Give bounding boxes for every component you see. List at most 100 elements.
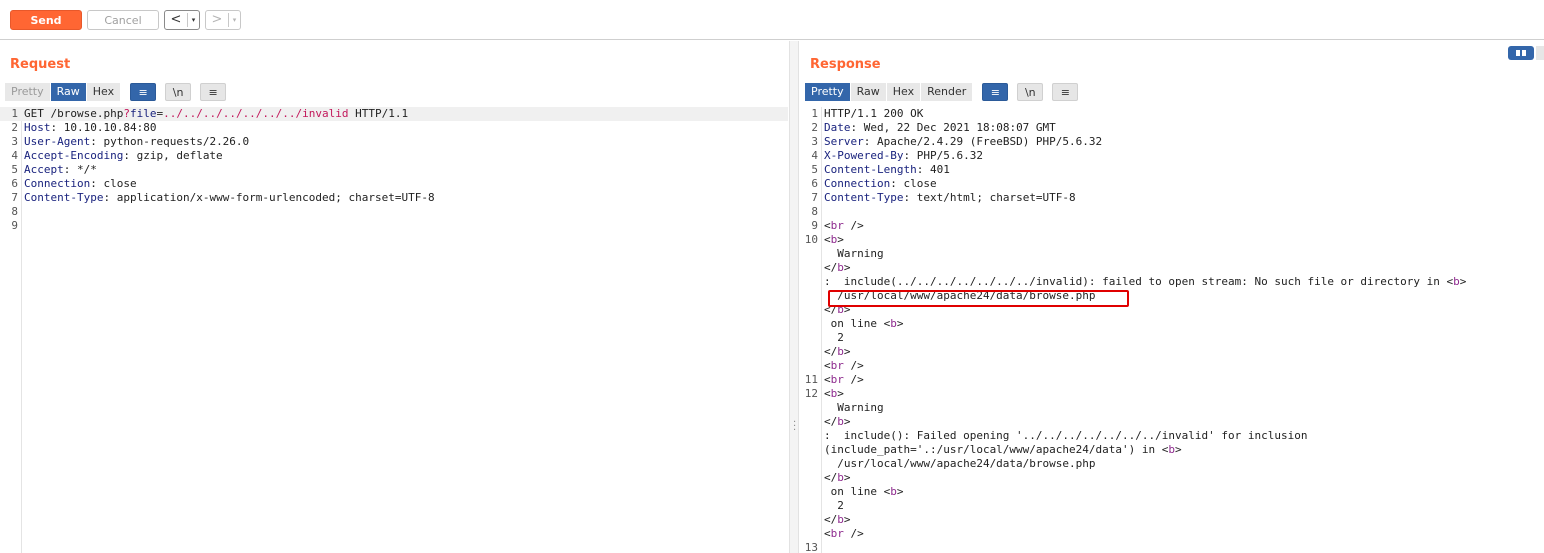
request-tab-hex[interactable]: Hex xyxy=(86,83,122,101)
request-line: 9 xyxy=(0,219,788,233)
response-tab-hex[interactable]: Hex xyxy=(886,83,922,101)
show-newlines-button[interactable]: \n xyxy=(165,83,192,101)
code-token: Date xyxy=(824,121,851,134)
line-code: /usr/local/www/apache24/data/browse.php xyxy=(824,457,1095,471)
code-token: b xyxy=(837,261,844,274)
code-token: < xyxy=(824,373,831,386)
response-line: 7 Content-Type: text/html; charset=UTF-8 xyxy=(800,191,1544,205)
request-line: 6 Connection: close xyxy=(0,177,788,191)
response-line: </b> xyxy=(800,261,1544,275)
code-token: < xyxy=(824,527,831,540)
code-token: Accept-Encoding xyxy=(24,149,124,162)
code-token: Warning xyxy=(824,247,884,260)
response-line: Warning xyxy=(800,247,1544,261)
response-line: /usr/local/www/apache24/data/browse.php xyxy=(800,457,1544,471)
request-tab-pretty[interactable]: Pretty xyxy=(5,83,51,101)
hamburger-menu-icon[interactable]: ≡ xyxy=(200,83,227,101)
word-wrap-icon[interactable]: ≡ xyxy=(982,83,1009,101)
cancel-button[interactable]: Cancel xyxy=(87,10,159,30)
code-token: > xyxy=(1175,443,1182,456)
hamburger-menu-icon[interactable]: ≡ xyxy=(1052,83,1079,101)
request-editor[interactable]: 1 GET /browse.php?file=../../../../../../… xyxy=(0,107,788,553)
response-tab-raw[interactable]: Raw xyxy=(850,83,887,101)
code-token: > xyxy=(843,513,851,526)
code-token: b xyxy=(837,415,844,428)
history-forward-button[interactable]: > ▾ xyxy=(205,10,241,30)
response-tab-pretty[interactable]: Pretty xyxy=(805,83,851,101)
pane-splitter[interactable]: · · · xyxy=(789,41,799,553)
chevron-right-icon: > xyxy=(211,12,223,27)
show-newlines-button[interactable]: \n xyxy=(1017,83,1044,101)
response-line: (include_path='.:/usr/local/www/apache24… xyxy=(800,443,1544,457)
response-line: 13 xyxy=(800,541,1544,553)
line-code: Content-Length: 401 xyxy=(824,163,950,177)
line-number: 1 xyxy=(811,107,818,120)
response-editor[interactable]: 1 HTTP/1.1 200 OK 2 Date: Wed, 22 Dec 2021 … xyxy=(800,107,1544,553)
chevron-down-icon[interactable]: ▾ xyxy=(228,13,240,27)
line-code: Content-Type: application/x-www-form-url… xyxy=(24,191,435,205)
line-code: </b> xyxy=(824,415,851,429)
request-line: 1 GET /browse.php?file=../../../../../../… xyxy=(0,107,788,121)
code-token: </ xyxy=(824,345,838,358)
line-code: </b> xyxy=(824,471,851,485)
code-token: < xyxy=(824,219,831,232)
code-token: br xyxy=(830,527,844,540)
line-code: Accept-Encoding: gzip, deflate xyxy=(24,149,223,163)
line-code: : include(../../../../../../../invalid):… xyxy=(824,275,1466,289)
word-wrap-icon[interactable]: ≡ xyxy=(130,83,157,101)
request-title: Request xyxy=(10,57,71,72)
code-token: > xyxy=(1459,275,1467,288)
request-tab-raw[interactable]: Raw xyxy=(50,83,87,101)
line-code: on line <b> xyxy=(824,317,904,331)
line-code: Date: Wed, 22 Dec 2021 18:08:07 GMT xyxy=(824,121,1056,135)
response-line: 2 xyxy=(800,499,1544,513)
response-line: 9 <br /> xyxy=(800,219,1544,233)
chevron-down-icon[interactable]: ▾ xyxy=(187,13,199,27)
code-token: < xyxy=(824,233,831,246)
layout-split-icon[interactable] xyxy=(1508,46,1534,60)
code-token: br xyxy=(830,359,844,372)
code-token: b xyxy=(1453,275,1460,288)
response-line: </b> xyxy=(800,345,1544,359)
drag-handle-icon: · · · xyxy=(793,417,797,436)
response-line: : include(../../../../../../../invalid):… xyxy=(800,275,1544,289)
line-number: 2 xyxy=(11,121,18,134)
line-code: Connection: close xyxy=(824,177,937,191)
send-button[interactable]: Send xyxy=(10,10,82,30)
line-number: 7 xyxy=(11,191,18,204)
line-code: : include(): Failed opening '../../../..… xyxy=(824,429,1307,443)
history-back-button[interactable]: < ▾ xyxy=(164,10,200,30)
code-token: Connection xyxy=(824,177,891,190)
line-code: Warning xyxy=(824,247,884,261)
code-token: b xyxy=(1168,443,1175,456)
request-pane: Request Pretty Raw Hex ≡ \n ≡ 1 GET /brow… xyxy=(0,41,788,553)
code-token: : gzip, deflate xyxy=(123,149,223,162)
code-token: HTTP/1.1 200 OK xyxy=(824,107,924,120)
code-token: < xyxy=(824,359,831,372)
request-line: 8 xyxy=(0,205,788,219)
code-token: 2 xyxy=(824,331,844,344)
response-line: 8 xyxy=(800,205,1544,219)
code-token: > xyxy=(843,415,851,428)
response-line: Warning xyxy=(800,401,1544,415)
line-number: 9 xyxy=(11,219,18,232)
line-code: Connection: close xyxy=(24,177,137,191)
response-line: 2 xyxy=(800,331,1544,345)
line-number: 6 xyxy=(811,177,818,190)
response-line: 12 <b> xyxy=(800,387,1544,401)
code-token: : 10.10.10.84:80 xyxy=(50,121,157,134)
line-code: </b> xyxy=(824,261,851,275)
line-code: <b> xyxy=(824,387,844,401)
line-code: <br /> xyxy=(824,527,864,541)
layout-side-toggle[interactable] xyxy=(1536,46,1544,60)
code-token: on line < xyxy=(824,485,891,498)
response-tab-render[interactable]: Render xyxy=(921,83,974,101)
line-number: 2 xyxy=(811,121,818,134)
code-token: : close xyxy=(90,177,137,190)
code-token: : PHP/5.6.32 xyxy=(903,149,983,162)
response-title: Response xyxy=(810,57,881,72)
line-number: 5 xyxy=(811,163,818,176)
code-token: /> xyxy=(843,359,864,372)
code-token: > xyxy=(896,485,904,498)
code-token: Connection xyxy=(24,177,91,190)
